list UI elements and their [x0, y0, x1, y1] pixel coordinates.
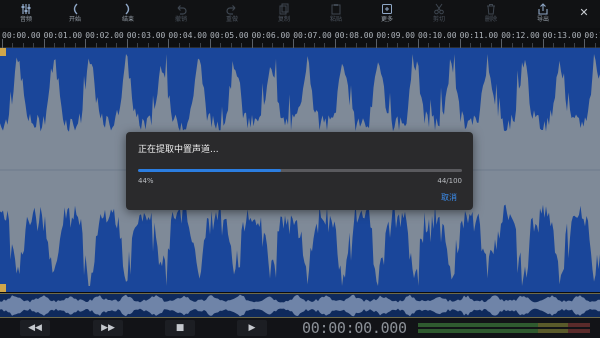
timeline-tick-label: 00:00.00 [2, 31, 41, 40]
timeline-tick-major [542, 39, 544, 48]
progress-bar [138, 169, 462, 172]
toolbar-undo-label: 撤销 [174, 16, 187, 23]
timeline-tick-major [85, 39, 87, 48]
equalizer-icon [6, 3, 46, 16]
timeline-tick-major [126, 39, 128, 48]
toolbar-redo-label: 重做 [225, 16, 238, 23]
dialog-title: 正在提取中置声道... [138, 145, 219, 155]
toolbar-end-label: 结束 [121, 16, 134, 23]
progress-percent: 44% [138, 177, 154, 185]
fast-forward-button[interactable]: ▶▶ [93, 320, 123, 336]
cancel-button[interactable]: 取消 [441, 192, 457, 203]
toolbar-more-label: 更多 [380, 16, 393, 23]
overview-graphic [0, 294, 600, 317]
overview-waveform-shape [0, 294, 600, 317]
toolbar-more-button[interactable]: 更多 [367, 3, 407, 27]
toolbar-audio-button[interactable]: 音频 [6, 3, 46, 27]
timeline-tick-label: 00:14.00 [584, 31, 600, 40]
toolbar-export-button[interactable]: 导出 [523, 3, 563, 27]
toolbar-start-label: 开始 [68, 16, 81, 23]
toolbar-cut-label: 剪切 [432, 16, 445, 23]
timeline-tick-label: 00:02.00 [85, 31, 124, 40]
timeline-tick-major [459, 39, 461, 48]
level-meter-left [418, 323, 590, 327]
toolbar-start-button[interactable]: 开始 [55, 3, 95, 27]
cut-icon [419, 3, 459, 16]
progress-count: 44/100 [437, 177, 462, 185]
rewind-button[interactable]: ◀◀ [20, 320, 50, 336]
toolbar-delete-label: 删除 [484, 16, 497, 23]
toolbar-copy-label: 复制 [277, 16, 290, 23]
toolbar-redo-button[interactable]: 重做 [212, 3, 252, 27]
paste-icon [316, 3, 356, 16]
timeline-tick-label: 00:11.00 [459, 31, 499, 40]
bracket-left-icon [55, 3, 95, 16]
toolbar-undo-button[interactable]: 撤销 [161, 3, 201, 27]
toolbar-end-button[interactable]: 结束 [108, 3, 148, 27]
timeline-tick-major [418, 39, 419, 48]
timeline-ruler[interactable]: 00:00.00 00:01.00 00:02.00 00:03.00 00:04.00… [0, 28, 600, 48]
timeline-tick-major [584, 39, 586, 48]
more-icon [367, 3, 407, 16]
playback-timecode: 00:00:00.000 [302, 319, 407, 337]
toolbar-export-label: 导出 [536, 16, 549, 23]
play-button[interactable]: ▶ [237, 320, 267, 336]
trash-icon [471, 3, 511, 16]
timeline-tick-label: 00:12.00 [501, 31, 540, 40]
timeline-tick-major [293, 39, 295, 48]
timeline-tick-label: 00:13.00 [542, 31, 582, 40]
timeline-tick-major [376, 39, 378, 48]
timeline-tick-label: 00:06.00 [251, 31, 291, 40]
timeline-tick-label: 00:10.00 [418, 31, 457, 40]
toolbar-paste-label: 粘贴 [329, 16, 342, 23]
bracket-right-icon [108, 3, 148, 16]
selection-start-marker[interactable] [0, 48, 6, 56]
timeline-tick-major [43, 39, 45, 48]
timeline-tick-major [334, 39, 336, 48]
timeline-tick-label: 00:07.00 [293, 31, 332, 40]
timeline-tick-major [501, 39, 503, 48]
close-icon[interactable]: ✕ [578, 7, 590, 19]
timeline-tick-major [2, 39, 3, 48]
timeline-tick-label: 00:01.00 [43, 31, 83, 40]
timeline-tick-major [210, 39, 211, 48]
waveform-overview[interactable] [0, 293, 600, 318]
progress-dialog: 正在提取中置声道... 44% 44/100 取消 [126, 132, 473, 210]
transport-bar: ◀◀ ▶▶ ■ ▶ 00:00:00.000 [0, 318, 600, 338]
progress-bar-fill [138, 169, 281, 172]
toolbar-copy-button[interactable]: 复制 [264, 3, 304, 27]
toolbar: 音频 开始 结束 撤销 重做 复制 粘贴 更多 剪切 删除 导出 ✕ [0, 0, 600, 28]
timeline-tick-major [168, 39, 170, 48]
timeline-tick-label: 00:08.00 [334, 31, 374, 40]
timeline-tick-major [251, 39, 253, 48]
selection-end-marker[interactable] [0, 284, 6, 292]
timeline-tick-label: 00:09.00 [376, 31, 415, 40]
toolbar-paste-button[interactable]: 粘贴 [316, 3, 356, 27]
toolbar-delete-button[interactable]: 删除 [471, 3, 511, 27]
level-meter-right [418, 329, 590, 333]
timeline-tick-label: 00:03.00 [126, 31, 166, 40]
timeline-tick-label: 00:05.00 [210, 31, 249, 40]
undo-icon [161, 3, 201, 16]
stop-button[interactable]: ■ [165, 320, 195, 336]
redo-icon [212, 3, 252, 16]
copy-icon [264, 3, 304, 16]
toolbar-audio-label: 音频 [19, 16, 32, 23]
toolbar-cut-button[interactable]: 剪切 [419, 3, 459, 27]
export-icon [523, 3, 563, 16]
timeline-tick-label: 00:04.00 [168, 31, 207, 40]
